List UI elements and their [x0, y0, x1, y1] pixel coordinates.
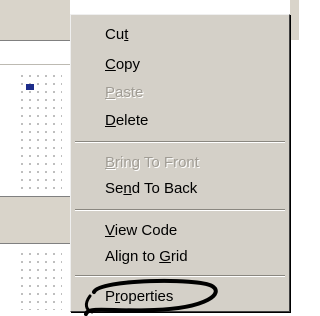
- menu-item-cut[interactable]: Cut: [105, 23, 128, 47]
- menu-item-bring-to-front[interactable]: Bring To Front: [105, 151, 199, 175]
- context-menu: Cut Copy Paste Delete Bring To Front Sen…: [70, 14, 290, 312]
- divider: [0, 64, 70, 65]
- menu-item-paste[interactable]: Paste: [105, 81, 143, 105]
- menu-item-delete[interactable]: Delete: [105, 109, 148, 133]
- menu-item-align-to-grid[interactable]: Align to Grid: [105, 245, 188, 269]
- menu-item-properties[interactable]: Properties: [105, 285, 173, 309]
- menu-item-copy[interactable]: Copy: [105, 53, 140, 77]
- design-grid[interactable]: [18, 72, 62, 190]
- design-grid-lower[interactable]: [18, 250, 62, 310]
- menu-separator: [75, 141, 285, 143]
- menu-separator: [75, 209, 285, 211]
- menu-item-view-code[interactable]: View Code: [105, 219, 177, 243]
- control-selection-handle[interactable]: [26, 84, 34, 90]
- window-edge: [290, 0, 299, 40]
- design-surface-band: [0, 196, 70, 244]
- menu-item-send-to-back[interactable]: Send To Back: [105, 177, 197, 201]
- toolbar-strip: [0, 0, 70, 41]
- menu-separator: [75, 275, 285, 277]
